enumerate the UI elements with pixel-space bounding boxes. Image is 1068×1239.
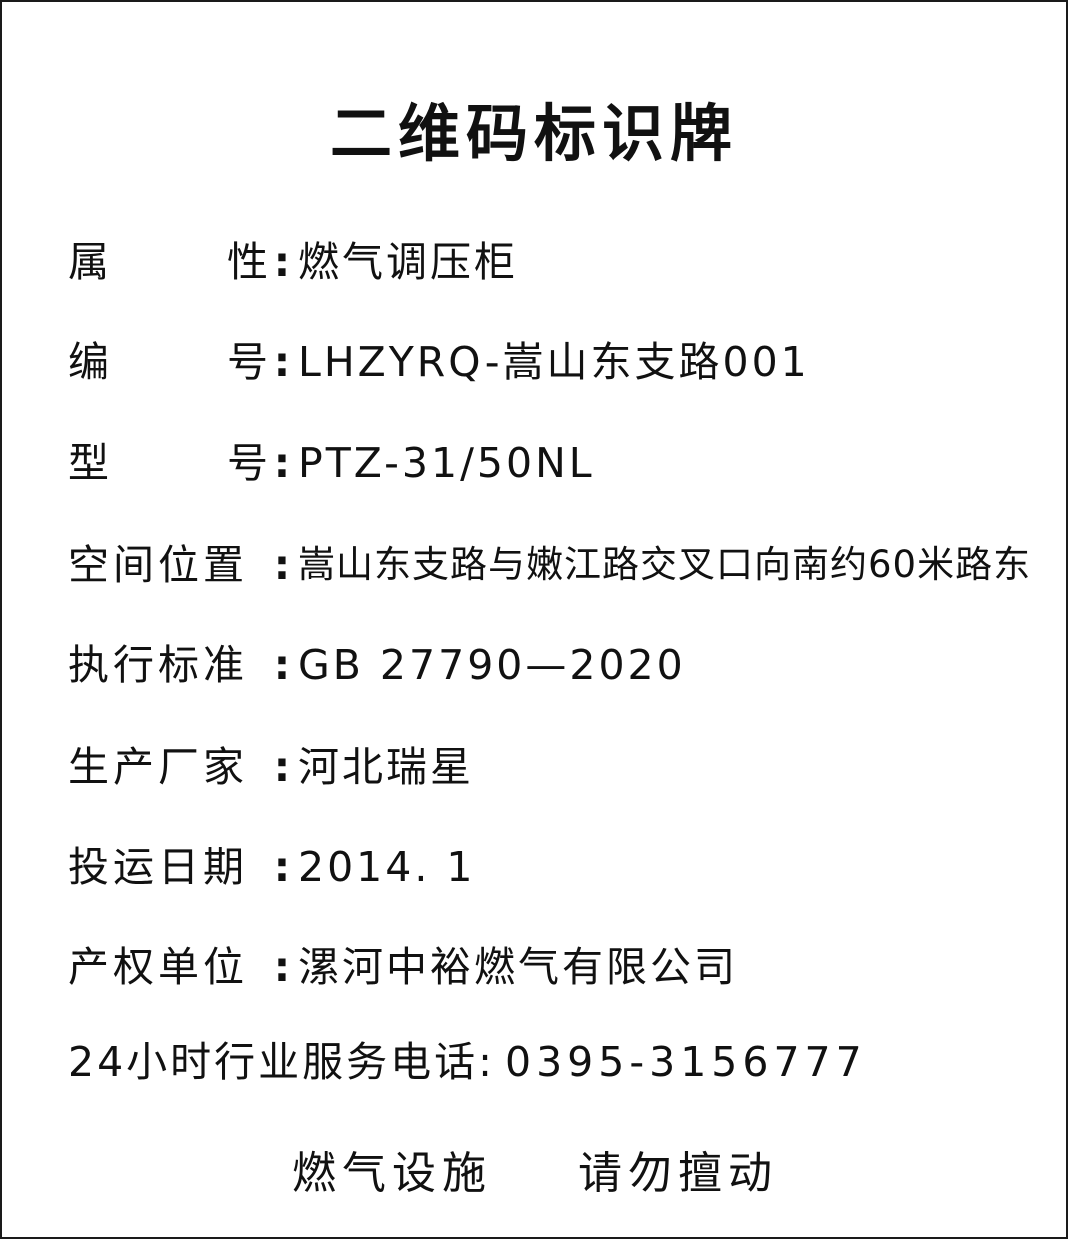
field-value: 嵩山东支路与嫩江路交叉口向南约60米路东 (298, 543, 1032, 586)
field-colon: : (273, 943, 291, 991)
field-label: 空间位置 (68, 541, 248, 589)
sign-title: 二维码标识牌 (329, 97, 738, 170)
field-value: 2014. 1 (298, 843, 476, 891)
warning-part-1: 燃气设施 (292, 1148, 492, 1199)
field-value: 漯河中裕燃气有限公司 (298, 943, 738, 991)
field-value: 燃气调压柜 (298, 238, 518, 286)
field-value: LHZYRQ-嵩山东支路001 (298, 338, 810, 386)
field-colon: : (273, 843, 291, 891)
field-colon: : (273, 641, 291, 689)
hotline: 24小时行业服务电话: 0395-3156777 (68, 1032, 867, 1092)
field-colon: : (273, 338, 291, 386)
field-label: 执行标准 (68, 641, 248, 689)
field-colon: : (273, 238, 291, 286)
warning-text: 燃气设施 请勿擅动 (292, 1142, 778, 1206)
hotline-number: 0395-3156777 (504, 1038, 867, 1086)
field-label: 编 号 (68, 338, 268, 386)
field-label: 投运日期 (68, 843, 248, 891)
field-colon: : (273, 541, 291, 589)
field-label: 属 性 (68, 238, 268, 286)
sign-plate: 二维码标识牌 属 性 : 燃气调压柜 编 号 : LHZYRQ-嵩山东支路001… (0, 0, 1068, 1239)
field-label: 生产厂家 (68, 743, 248, 791)
warning-part-2: 请勿擅动 (578, 1148, 778, 1199)
field-colon: : (273, 743, 291, 791)
field-label: 产权单位 (68, 943, 248, 991)
field-label: 型 号 (68, 439, 268, 487)
field-value: PTZ-31/50NL (298, 439, 595, 487)
field-colon: : (273, 439, 291, 487)
field-value: 河北瑞星 (298, 743, 474, 791)
hotline-label: 24小时行业服务电话: (68, 1038, 495, 1086)
field-value: GB 27790—2020 (298, 641, 686, 689)
